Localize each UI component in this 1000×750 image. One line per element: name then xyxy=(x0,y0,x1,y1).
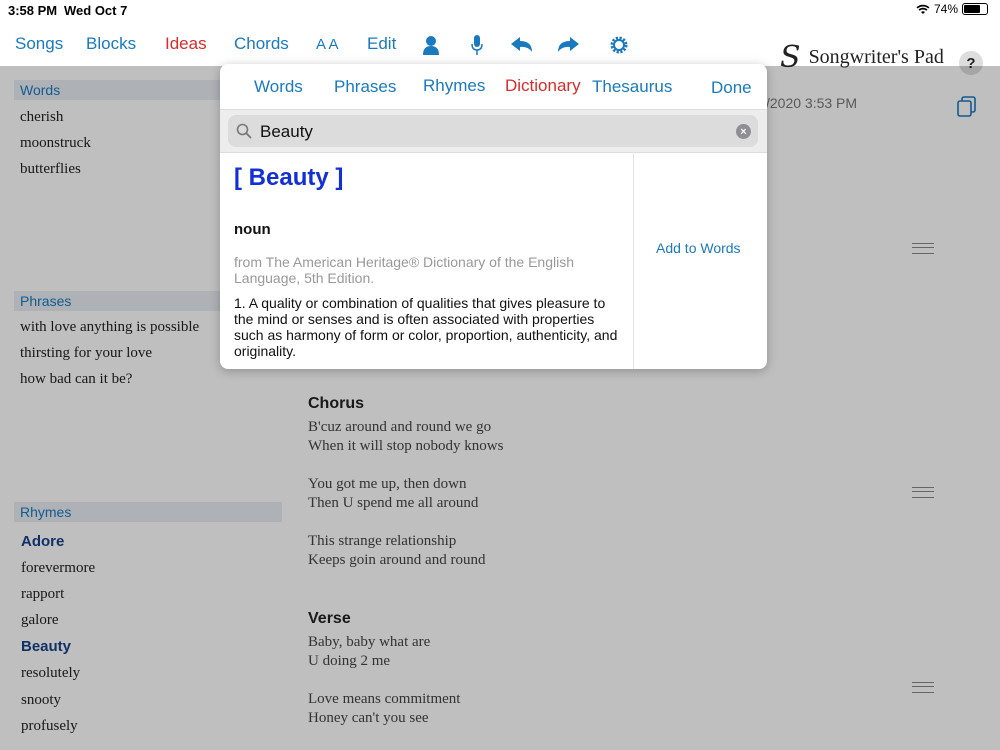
app-window: 3:58 PM Wed Oct 7 74% Songs Blocks Ideas… xyxy=(0,0,1000,750)
text-size-button[interactable]: A A xyxy=(316,36,339,53)
search-icon xyxy=(236,123,252,139)
main-toolbar: Songs Blocks Ideas Chords A A Edit S Son… xyxy=(0,20,1000,75)
ideas-popover: Words Phrases Rhymes Dictionary Thesauru… xyxy=(220,64,767,369)
microphone-icon[interactable] xyxy=(464,32,490,58)
battery-icon xyxy=(962,3,988,15)
done-button[interactable]: Done xyxy=(711,78,752,98)
headword: [ Beauty ] xyxy=(234,164,344,191)
ideas-tab[interactable]: Ideas xyxy=(165,34,207,54)
battery-percent: 74% xyxy=(933,2,958,16)
popup-tab-dictionary[interactable]: Dictionary xyxy=(505,76,581,96)
status-time: 3:58 PM xyxy=(8,3,58,18)
songs-tab[interactable]: Songs xyxy=(15,34,63,54)
popup-tab-words[interactable]: Words xyxy=(254,77,303,97)
popup-tab-thesaurus[interactable]: Thesaurus xyxy=(592,77,672,97)
definition-text: 1. A quality or combination of qualities… xyxy=(234,295,618,359)
definition-actions: Add to Words xyxy=(633,152,767,369)
edit-button[interactable]: Edit xyxy=(367,34,396,54)
popup-tab-phrases[interactable]: Phrases xyxy=(334,77,396,97)
redo-icon[interactable] xyxy=(555,32,581,58)
search-input[interactable] xyxy=(258,119,732,145)
undo-icon[interactable] xyxy=(509,32,535,58)
blocks-tab[interactable]: Blocks xyxy=(86,34,136,54)
definition-panel: [ Beauty ] noun from The American Herita… xyxy=(220,152,633,369)
search-bar: × xyxy=(220,109,767,153)
add-to-words-button[interactable]: Add to Words xyxy=(656,240,741,256)
chords-tab[interactable]: Chords xyxy=(234,34,289,54)
battery-fill xyxy=(964,5,981,13)
wifi-icon xyxy=(916,4,930,14)
person-icon[interactable] xyxy=(418,32,444,58)
clear-search-icon[interactable]: × xyxy=(736,124,751,139)
status-date: Wed Oct 7 xyxy=(64,3,128,18)
dictionary-source: from The American Heritage® Dictionary o… xyxy=(234,254,574,286)
search-box: × xyxy=(228,115,758,147)
status-right: 74% xyxy=(916,2,988,16)
settings-gear-icon[interactable] xyxy=(606,32,632,58)
popup-tab-rhymes[interactable]: Rhymes xyxy=(423,76,485,96)
status-bar: 3:58 PM Wed Oct 7 74% xyxy=(0,0,1000,20)
part-of-speech: noun xyxy=(234,221,271,238)
